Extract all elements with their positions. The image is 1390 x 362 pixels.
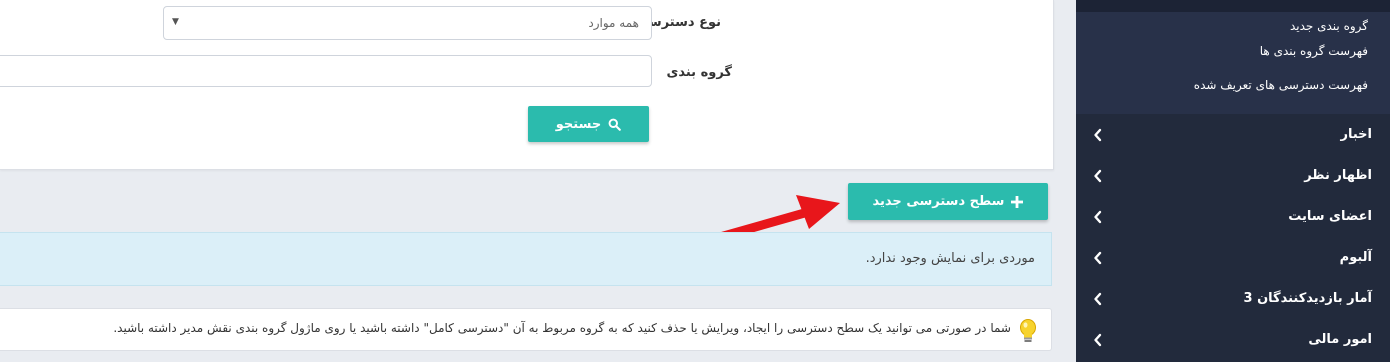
sidebar-item-members[interactable]: اعضای سایت bbox=[1076, 196, 1390, 237]
submenu-item-new-group[interactable]: گروه بندی جدید bbox=[1290, 19, 1368, 33]
permission-notice: شما در صورتی می توانید یک سطح دسترسی را … bbox=[0, 308, 1052, 351]
sidebar-item-label: آمار بازدیدکنندگان 3 bbox=[1243, 291, 1373, 306]
sidebar-item-label: اعضای سایت bbox=[1288, 209, 1372, 224]
sidebar-item-comments[interactable]: اظهار نظر bbox=[1076, 155, 1390, 196]
sidebar-item-label: آلبوم bbox=[1339, 250, 1372, 265]
chevron-left-icon bbox=[1090, 291, 1106, 307]
sidebar-item-album[interactable]: آلبوم bbox=[1076, 237, 1390, 278]
sidebar-top-strip bbox=[1076, 0, 1390, 12]
sidebar-item-label: اظهار نظر bbox=[1304, 168, 1372, 183]
submenu-item-access-list[interactable]: فهرست دسترسی های تعریف شده bbox=[1194, 78, 1368, 92]
chevron-left-icon bbox=[1090, 209, 1106, 225]
chevron-left-icon bbox=[1090, 168, 1106, 184]
lightbulb-icon bbox=[1020, 319, 1036, 342]
sidebar: گروه بندی جدید فهرست گروه بندی ها فهرست … bbox=[1076, 0, 1390, 362]
chevron-left-icon bbox=[1090, 250, 1106, 266]
empty-results-alert: موردی برای نمایش وجود ندارد. bbox=[0, 232, 1052, 286]
chevron-left-icon bbox=[1090, 127, 1106, 143]
submenu-item-group-list[interactable]: فهرست گروه بندی ها bbox=[1260, 44, 1368, 58]
sidebar-item-finance[interactable]: امور مالی bbox=[1076, 319, 1390, 360]
sidebar-item-label: اخبار bbox=[1340, 127, 1373, 142]
permission-notice-text: شما در صورتی می توانید یک سطح دسترسی را … bbox=[113, 321, 1011, 335]
sidebar-item-label: امور مالی bbox=[1308, 332, 1372, 347]
empty-results-message: موردی برای نمایش وجود ندارد. bbox=[865, 251, 1035, 266]
sidebar-item-visitor-stats[interactable]: آمار بازدیدکنندگان 3 bbox=[1076, 278, 1390, 319]
chevron-left-icon bbox=[1090, 332, 1106, 348]
sidebar-submenu: گروه بندی جدید فهرست گروه بندی ها فهرست … bbox=[1076, 12, 1390, 114]
sidebar-item-news[interactable]: اخبار bbox=[1076, 114, 1390, 155]
